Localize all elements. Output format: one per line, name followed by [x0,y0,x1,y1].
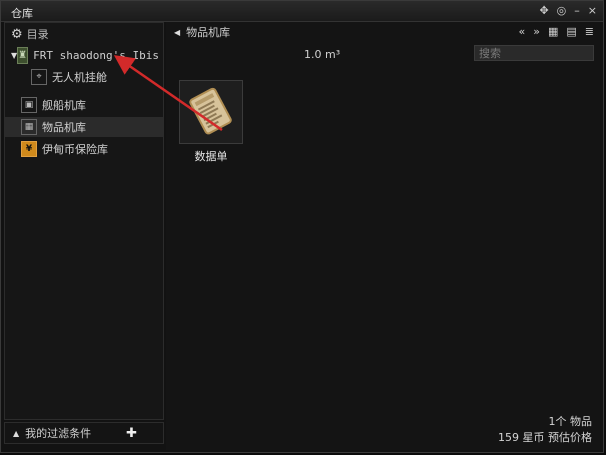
drone-bay-icon: ⌖ [31,69,47,85]
search-input[interactable] [474,45,594,61]
gear-icon[interactable]: ⚙ [11,27,23,42]
item-hangar-icon: ▦ [21,119,37,135]
title-bar[interactable]: 仓库 ✥ ◎ – × [1,1,603,22]
filters-bar[interactable]: ▲ 我的过滤条件 ✚ [4,422,164,444]
item-count: 1个 物品 [548,415,593,428]
details-view-icon[interactable]: ≣ [585,25,594,38]
sidebar-item-isk-vault[interactable]: ¥ 伊甸币保险库 [5,139,163,159]
datasheet-icon [179,80,243,144]
estimated-price: 159 星币 预估价格 [498,431,592,444]
sidebar-item-ship[interactable]: ▼ ♜ FRT shaodong's Ibis ( [5,45,172,65]
page-title: 物品机库 [186,26,231,39]
minimize-icon[interactable]: – [574,4,580,18]
window-title: 仓库 [11,7,33,20]
sidebar-item-label: 物品机库 [42,121,86,134]
sidebar-item-label: 舰船机库 [42,99,86,112]
main-header: ◀ 物品机库 « » ▦ ▤ ≣ [166,22,600,42]
sidebar-header-label: 目录 [26,28,49,41]
item-label: 数据单 [194,150,228,163]
isk-vault-icon: ¥ [21,141,37,157]
window-controls: ✥ ◎ – × [539,4,597,18]
inventory-item[interactable]: 数据单 [178,80,244,164]
options-icon[interactable]: ◎ [557,4,567,18]
sidebar-item-item-hangar[interactable]: ▦ 物品机库 [5,117,163,137]
sidebar-item-label: 伊甸币保险库 [42,143,108,156]
nav-back-icon[interactable]: « [519,25,526,38]
capacity-row: 1.0 m³ [166,44,600,64]
grid-view-icon[interactable]: ▦ [548,25,558,38]
main-panel: ◀ 物品机库 « » ▦ ▤ ≣ 1.0 m³ 搜索 数据单 1个 物品 159… [166,22,600,450]
view-controls: « » ▦ ▤ ≣ [519,25,595,38]
sidebar-item-ship-hangar[interactable]: ▣ 舰船机库 [5,95,163,115]
capacity-value: 1.0 m³ [304,48,341,61]
collapse-up-icon[interactable]: ▲ [13,429,19,438]
sidebar-header: ⚙ 目录 [11,26,49,42]
nav-forward-icon[interactable]: » [533,25,540,38]
close-icon[interactable]: × [588,4,597,18]
sidebar-item-label: 无人机挂舱 [52,71,107,84]
ship-hangar-icon: ▣ [21,97,37,113]
sidebar-item-drone-bay[interactable]: ⌖ 无人机挂舱 [5,67,163,87]
back-icon[interactable]: ◀ [174,28,180,37]
move-icon[interactable]: ✥ [539,4,548,18]
list-view-icon[interactable]: ▤ [566,25,576,38]
add-filter-icon[interactable]: ✚ [126,426,137,441]
status-summary: 1个 物品 159 星币 预估价格 [498,414,592,446]
ship-name: FRT shaodong's Ibis ( [33,48,173,62]
ship-icon: ♜ [17,46,29,64]
sidebar: ⚙ 目录 ▼ ♜ FRT shaodong's Ibis ( ⌖ 无人机挂舱 ▣… [4,22,172,420]
filters-label: 我的过滤条件 [25,427,92,440]
